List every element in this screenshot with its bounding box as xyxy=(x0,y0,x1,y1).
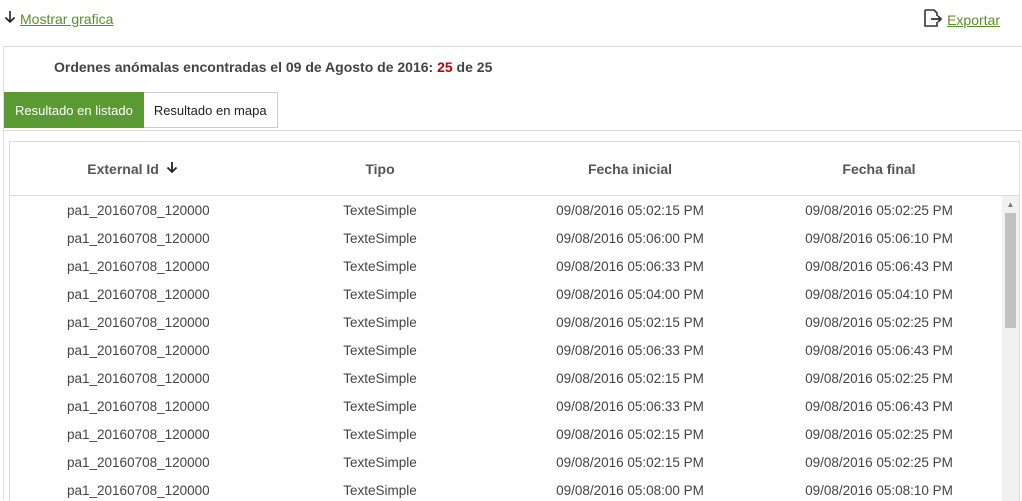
cell-tipo: TexteSimple xyxy=(343,286,417,302)
cell-external-id: pa1_20160708_120000 xyxy=(67,482,210,498)
table-row[interactable]: pa1_20160708_120000 TexteSimple 09/08/2016… xyxy=(10,336,1019,364)
cell-tipo: TexteSimple xyxy=(343,370,417,386)
cell-tipo: TexteSimple xyxy=(343,258,417,274)
table-row[interactable]: pa1_20160708_120000 TexteSimple 09/08/2016… xyxy=(10,280,1019,308)
cell-external-id: pa1_20160708_120000 xyxy=(67,286,210,302)
tab-list-results[interactable]: Resultado en listado xyxy=(4,92,144,128)
export-icon xyxy=(923,9,943,30)
sort-desc-icon[interactable] xyxy=(166,161,178,177)
cell-fecha-inicial: 09/08/2016 05:08:00 PM xyxy=(556,482,704,498)
table-row[interactable]: pa1_20160708_120000 TexteSimple 09/08/2016… xyxy=(10,476,1019,501)
cell-fecha-final: 09/08/2016 05:06:43 PM xyxy=(805,342,953,358)
cell-fecha-inicial: 09/08/2016 05:02:15 PM xyxy=(556,202,704,218)
cell-fecha-final: 09/08/2016 05:06:43 PM xyxy=(805,398,953,414)
cell-tipo: TexteSimple xyxy=(343,398,417,414)
table-row[interactable]: pa1_20160708_120000 TexteSimple 09/08/2016… xyxy=(10,196,1019,224)
toolbar: Mostrar grafica Exportar xyxy=(0,0,1022,40)
cell-fecha-final: 09/08/2016 05:02:25 PM xyxy=(805,454,953,470)
tabs-divider xyxy=(4,130,1022,131)
results-table: External Id Tipo Fecha inicial Fecha fin… xyxy=(9,141,1020,501)
cell-tipo: TexteSimple xyxy=(343,426,417,442)
cell-fecha-final: 09/08/2016 05:02:25 PM xyxy=(805,426,953,442)
table-row[interactable]: pa1_20160708_120000 TexteSimple 09/08/2016… xyxy=(10,448,1019,476)
cell-fecha-inicial: 09/08/2016 05:06:33 PM xyxy=(556,258,704,274)
cell-fecha-inicial: 09/08/2016 05:06:33 PM xyxy=(556,398,704,414)
cell-fecha-final: 09/08/2016 05:02:25 PM xyxy=(805,314,953,330)
scroll-up-icon[interactable]: ▲ xyxy=(1002,200,1019,209)
summary-total-count: 25 xyxy=(476,59,493,75)
cell-tipo: TexteSimple xyxy=(343,230,417,246)
column-header-tipo[interactable]: Tipo xyxy=(255,161,505,177)
column-header-external-id[interactable]: External Id xyxy=(10,161,255,177)
show-chart-link[interactable]: Mostrar grafica xyxy=(4,10,113,27)
table-row[interactable]: pa1_20160708_120000 TexteSimple 09/08/2016… xyxy=(10,252,1019,280)
cell-tipo: TexteSimple xyxy=(343,342,417,358)
summary-middle: de xyxy=(452,59,477,75)
cell-external-id: pa1_20160708_120000 xyxy=(67,342,210,358)
vertical-scrollbar[interactable]: ▲ xyxy=(1002,196,1019,501)
cell-fecha-final: 09/08/2016 05:08:10 PM xyxy=(805,482,953,498)
table-row[interactable]: pa1_20160708_120000 TexteSimple 09/08/2016… xyxy=(10,420,1019,448)
cell-fecha-inicial: 09/08/2016 05:02:15 PM xyxy=(556,370,704,386)
column-header-fecha-inicial[interactable]: Fecha inicial xyxy=(505,161,755,177)
table-row[interactable]: pa1_20160708_120000 TexteSimple 09/08/2016… xyxy=(10,392,1019,420)
cell-external-id: pa1_20160708_120000 xyxy=(67,426,210,442)
cell-fecha-final: 09/08/2016 05:06:10 PM xyxy=(805,230,953,246)
cell-external-id: pa1_20160708_120000 xyxy=(67,258,210,274)
cell-fecha-final: 09/08/2016 05:06:43 PM xyxy=(805,258,953,274)
summary-prefix: Ordenes anómalas encontradas el 09 de Ag… xyxy=(54,59,438,75)
cell-tipo: TexteSimple xyxy=(343,202,417,218)
table-row[interactable]: pa1_20160708_120000 TexteSimple 09/08/2016… xyxy=(10,364,1019,392)
show-chart-label[interactable]: Mostrar grafica xyxy=(20,11,113,27)
results-panel: Ordenes anómalas encontradas el 09 de Ag… xyxy=(3,46,1022,501)
cell-external-id: pa1_20160708_120000 xyxy=(67,454,210,470)
cell-external-id: pa1_20160708_120000 xyxy=(67,398,210,414)
cell-fecha-inicial: 09/08/2016 05:06:33 PM xyxy=(556,342,704,358)
cell-fecha-inicial: 09/08/2016 05:06:00 PM xyxy=(556,230,704,246)
results-summary: Ordenes anómalas encontradas el 09 de Ag… xyxy=(54,59,492,75)
cell-fecha-final: 09/08/2016 05:02:25 PM xyxy=(805,202,953,218)
summary-found-count: 25 xyxy=(437,59,453,75)
table-row[interactable]: pa1_20160708_120000 TexteSimple 09/08/2016… xyxy=(10,308,1019,336)
export-link[interactable]: Exportar xyxy=(923,9,1000,30)
result-tabs: Resultado en listado Resultado en mapa xyxy=(4,92,278,128)
table-row[interactable]: pa1_20160708_120000 TexteSimple 09/08/2016… xyxy=(10,224,1019,252)
column-header-label: External Id xyxy=(87,160,159,177)
cell-fecha-inicial: 09/08/2016 05:02:15 PM xyxy=(556,454,704,470)
cell-fecha-final: 09/08/2016 05:04:10 PM xyxy=(805,286,953,302)
cell-fecha-inicial: 09/08/2016 05:02:15 PM xyxy=(556,426,704,442)
cell-external-id: pa1_20160708_120000 xyxy=(67,230,210,246)
cell-external-id: pa1_20160708_120000 xyxy=(67,314,210,330)
arrow-down-icon xyxy=(4,10,16,27)
table-body: pa1_20160708_120000 TexteSimple 09/08/2016… xyxy=(10,196,1019,501)
cell-external-id: pa1_20160708_120000 xyxy=(67,202,210,218)
column-header-fecha-final[interactable]: Fecha final xyxy=(755,161,1003,177)
cell-fecha-inicial: 09/08/2016 05:02:15 PM xyxy=(556,314,704,330)
cell-tipo: TexteSimple xyxy=(343,454,417,470)
cell-external-id: pa1_20160708_120000 xyxy=(67,370,210,386)
tab-map-results[interactable]: Resultado en mapa xyxy=(143,92,278,128)
cell-fecha-inicial: 09/08/2016 05:04:00 PM xyxy=(556,286,704,302)
scrollbar-thumb[interactable] xyxy=(1005,213,1016,328)
cell-fecha-final: 09/08/2016 05:02:25 PM xyxy=(805,370,953,386)
table-header: External Id Tipo Fecha inicial Fecha fin… xyxy=(10,142,1019,196)
cell-tipo: TexteSimple xyxy=(343,482,417,498)
export-label[interactable]: Exportar xyxy=(947,12,1000,28)
cell-tipo: TexteSimple xyxy=(343,314,417,330)
